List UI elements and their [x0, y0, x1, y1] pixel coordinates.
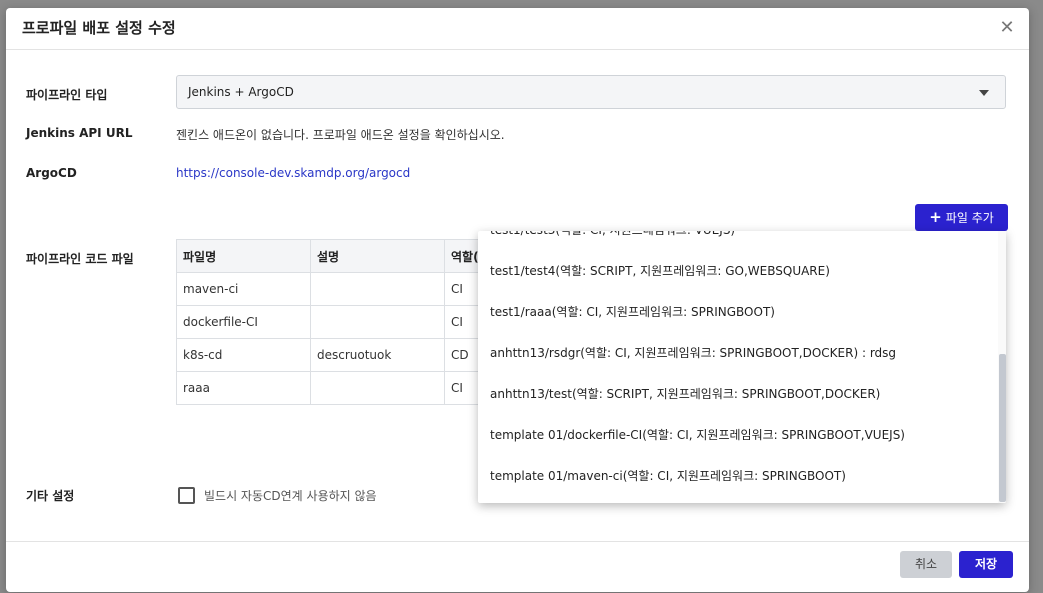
- modal-header: 프로파일 배포 설정 수정 ✕: [6, 8, 1029, 50]
- modal-footer: 취소 저장: [6, 541, 1029, 593]
- auto-cd-disable-checkbox[interactable]: [178, 487, 195, 504]
- dropdown-option[interactable]: test1/raaa(역할: CI, 지원프레임워크: SPRINGBOOT): [478, 292, 998, 333]
- table-row: k8s-cd descruotuok CD: [176, 338, 505, 372]
- pipeline-type-value: Jenkins + ArgoCD: [188, 85, 294, 99]
- pipeline-code-files-label: 파이프라인 코드 파일: [26, 252, 134, 266]
- jenkins-api-url-value: 젠킨스 애드온이 없습니다. 프로파일 애드온 설정을 확인하십시오.: [176, 128, 505, 142]
- cancel-button[interactable]: 취소: [900, 551, 952, 578]
- cell-filename: dockerfile-CI: [176, 305, 311, 339]
- other-settings-label: 기타 설정: [26, 489, 75, 503]
- argocd-label: ArgoCD: [26, 166, 77, 180]
- dropdown-option[interactable]: test1/test4(역할: SCRIPT, 지원프레임워크: GO,WEBS…: [478, 251, 998, 292]
- save-button[interactable]: 저장: [959, 551, 1013, 578]
- argocd-link[interactable]: https://console-dev.skamdp.org/argocd: [176, 166, 410, 180]
- table-row: raaa CI: [176, 371, 505, 405]
- file-select-dropdown: test1/test3(역할: CI, 지원프레임워크: VUEJS) test…: [478, 231, 1006, 503]
- dropdown-option[interactable]: template 01/maven-ci(역할: CI, 지원프레임워크: SP…: [478, 456, 998, 497]
- cell-description: [310, 371, 445, 405]
- cell-description: descruotuok: [310, 338, 445, 372]
- file-select-list: test1/test3(역할: CI, 지원프레임워크: VUEJS) test…: [478, 231, 998, 497]
- chevron-down-icon: [979, 90, 989, 96]
- dropdown-option[interactable]: anhttn13/test(역할: SCRIPT, 지원프레임워크: SPRIN…: [478, 374, 998, 415]
- dropdown-option[interactable]: template 01/dockerfile-CI(역할: CI, 지원프레임워…: [478, 415, 998, 456]
- pipeline-type-label: 파이프라인 타입: [26, 88, 108, 102]
- auto-cd-disable-checkbox-label[interactable]: 빌드시 자동CD연계 사용하지 않음: [204, 487, 377, 504]
- cell-description: [310, 305, 445, 339]
- pipeline-code-files-table: 파일명 설명 역할( maven-ci CI dockerfile-CI CI …: [176, 239, 505, 405]
- modal-title: 프로파일 배포 설정 수정: [22, 19, 176, 37]
- cell-filename: maven-ci: [176, 272, 311, 306]
- cell-filename: k8s-cd: [176, 338, 311, 372]
- column-header-description: 설명: [310, 239, 445, 273]
- table-row: dockerfile-CI CI: [176, 305, 505, 339]
- add-file-button[interactable]: + 파일 추가: [915, 204, 1008, 231]
- dropdown-option[interactable]: anhttn13/rsdgr(역할: CI, 지원프레임워크: SPRINGBO…: [478, 333, 998, 374]
- column-header-filename: 파일명: [176, 239, 311, 273]
- plus-icon: +: [929, 208, 942, 226]
- cell-filename: raaa: [176, 371, 311, 405]
- add-file-button-label: 파일 추가: [945, 211, 994, 225]
- table-row: maven-ci CI: [176, 272, 505, 306]
- dropdown-scrollbar-thumb[interactable]: [999, 354, 1006, 502]
- close-icon[interactable]: ✕: [997, 18, 1017, 38]
- jenkins-api-url-label: Jenkins API URL: [26, 126, 133, 140]
- pipeline-type-select[interactable]: Jenkins + ArgoCD: [176, 75, 1006, 109]
- cell-description: [310, 272, 445, 306]
- dropdown-option[interactable]: test1/test3(역할: CI, 지원프레임워크: VUEJS): [478, 231, 998, 251]
- table-header-row: 파일명 설명 역할(: [176, 239, 505, 273]
